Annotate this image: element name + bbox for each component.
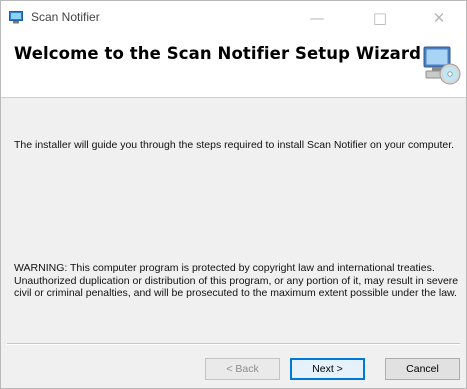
app-icon: [9, 11, 23, 24]
copyright-warning: WARNING: This computer program is protec…: [14, 262, 459, 299]
minimize-button[interactable]: —: [296, 1, 338, 34]
setup-wizard-window: Scan Notifier — □ ✕ Welcome to the Scan …: [0, 0, 467, 389]
back-button[interactable]: < Back: [205, 358, 280, 380]
footer-divider: [7, 343, 460, 345]
page-title: Welcome to the Scan Notifier Setup Wizar…: [14, 44, 422, 63]
close-button[interactable]: ✕: [418, 1, 460, 34]
window-title: Scan Notifier: [31, 10, 100, 24]
title-bar[interactable]: Scan Notifier — □ ✕: [1, 1, 466, 34]
setup-computer-icon: [423, 46, 461, 85]
next-button[interactable]: Next >: [290, 358, 365, 380]
cancel-button[interactable]: Cancel: [385, 358, 460, 380]
maximize-button[interactable]: □: [359, 1, 401, 34]
intro-text: The installer will guide you through the…: [14, 139, 455, 151]
wizard-banner: Welcome to the Scan Notifier Setup Wizar…: [1, 34, 466, 98]
